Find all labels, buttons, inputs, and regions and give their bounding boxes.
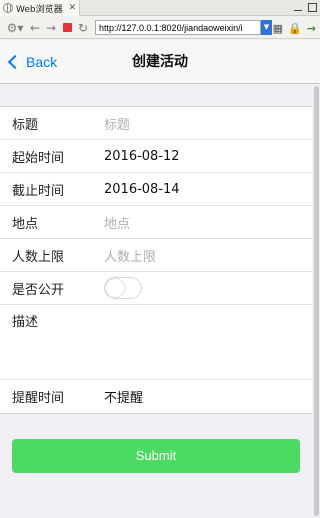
field-label: 人数上限 [12,249,65,265]
url-dropdown-icon[interactable]: ▼ [261,20,272,35]
form-row-end-time[interactable]: 截止时间 2016-08-14 [0,173,312,206]
end-time-value[interactable]: 2016-08-14 [104,182,180,197]
form-row-location[interactable]: 地点 地点 [0,206,312,239]
max-people-input[interactable]: 人数上限 [104,246,156,265]
browser-tab-bar: Web浏览器 ✕ [0,0,320,16]
qr-code-icon[interactable]: ▦ [273,22,283,35]
field-label: 提醒时间 [12,391,65,406]
field-label: 是否公开 [12,282,65,298]
page-title: 创建活动 [132,54,188,70]
minimize-icon[interactable] [294,2,302,11]
form-row-start-time[interactable]: 起始时间 2016-08-12 [0,140,312,173]
globe-icon [3,3,13,13]
scrollbar[interactable] [314,86,319,516]
browser-tab[interactable]: Web浏览器 ✕ [0,0,80,16]
reload-icon[interactable]: ↻ [77,17,89,39]
settings-gear-icon[interactable]: ⚙▾ [5,17,25,39]
title-input[interactable]: 标题 [104,114,130,133]
toggle-knob [106,279,124,297]
browser-toolbar: ⚙▾ ← → ↻ ▼ ▦ 🔒 → [0,17,320,39]
form-row-description[interactable]: 描述 [0,305,312,380]
activity-form: 标题 标题 起始时间 2016-08-12 截止时间 2016-08-14 地点… [0,106,312,414]
maximize-icon[interactable] [308,3,317,12]
reminder-value[interactable]: 不提醒 [104,387,143,406]
url-input[interactable] [95,20,261,35]
field-label: 标题 [12,117,39,133]
form-row-max-people[interactable]: 人数上限 人数上限 [0,239,312,272]
form-row-title[interactable]: 标题 标题 [0,107,312,140]
form-row-public: 是否公开 [0,272,312,305]
field-label: 地点 [12,216,39,232]
back-arrow-icon[interactable]: ← [29,17,41,39]
public-toggle[interactable] [104,277,142,299]
start-time-value[interactable]: 2016-08-12 [104,149,180,164]
lock-icon[interactable]: 🔒 [288,22,302,35]
form-row-reminder[interactable]: 提醒时间 不提醒 [0,380,312,413]
stop-icon[interactable] [63,23,72,32]
location-input[interactable]: 地点 [104,213,130,232]
field-label: 截止时间 [12,183,65,199]
forward-arrow-icon[interactable]: → [45,17,57,39]
field-label: 起始时间 [12,150,65,166]
go-arrow-icon[interactable]: → [307,22,316,35]
tab-close-icon[interactable]: ✕ [69,3,77,13]
app-view: Back 创建活动 标题 标题 起始时间 2016-08-12 截止时间 201… [0,40,320,518]
browser-tab-title: Web浏览器 [16,4,63,15]
nav-bar: Back 创建活动 [0,40,320,84]
toolbar-right-icons: ▦ 🔒 → [273,17,316,39]
field-label: 描述 [12,315,39,330]
submit-button[interactable]: Submit [12,439,300,473]
